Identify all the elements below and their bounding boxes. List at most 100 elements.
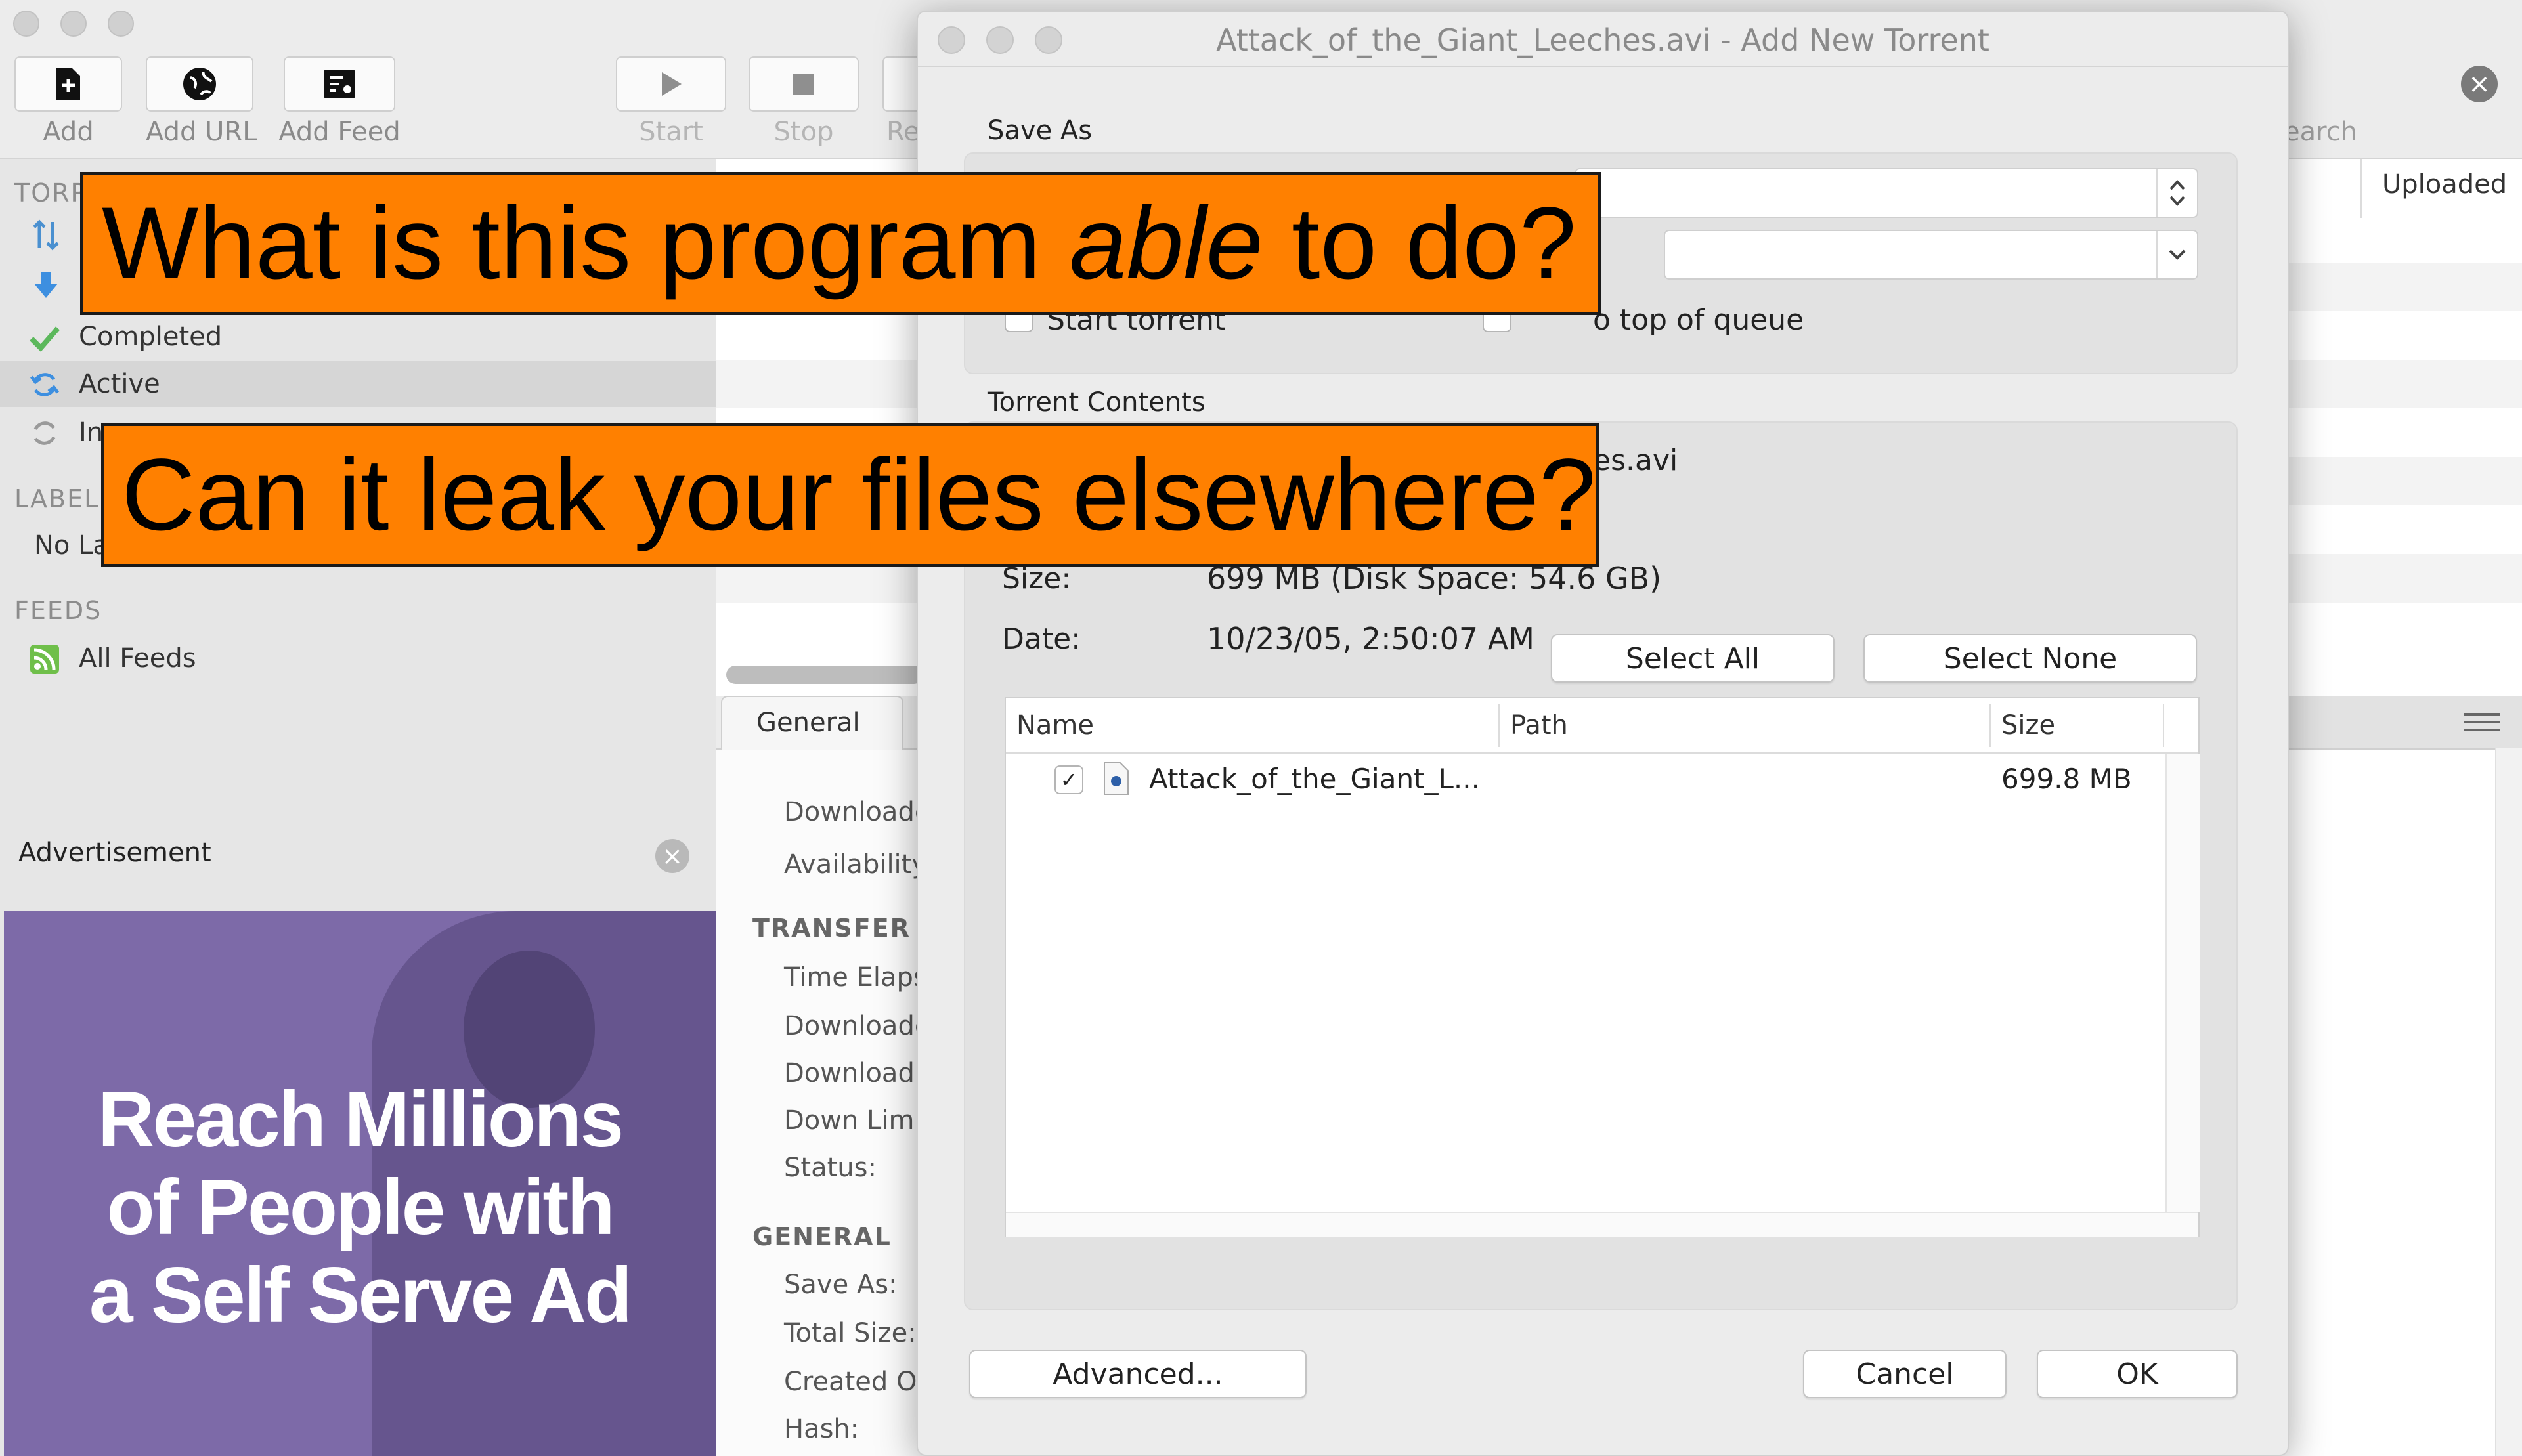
right-panel-scrollbar[interactable] [2495, 748, 2522, 1456]
all-torrents-icon[interactable] [30, 219, 62, 253]
remove-button[interactable] [882, 56, 922, 112]
video-file-icon [1104, 762, 1129, 795]
hash-label: Hash: [784, 1414, 859, 1444]
question-1-before: What is this program [102, 186, 1070, 301]
play-icon [662, 72, 682, 96]
clear-search-icon[interactable]: × [2461, 66, 2498, 102]
add-button[interactable] [14, 56, 122, 112]
file-table-header: Name Path Size [1006, 698, 2198, 754]
feed-document-icon [324, 70, 355, 98]
file-name: Attack_of_the_Giant_L... [1149, 763, 1480, 795]
select-all-button[interactable]: Select All [1551, 634, 1835, 683]
add-feed-button[interactable] [284, 56, 395, 112]
status-label: Status: [784, 1153, 877, 1183]
ad-line-2: of People with [106, 1163, 615, 1251]
advertisement-title: Advertisement [18, 838, 211, 868]
add-url-button[interactable] [146, 56, 253, 112]
sidebar-item-no-labels[interactable]: No La [34, 530, 109, 561]
ad-line-3: a Self Serve Ad [89, 1251, 632, 1339]
column-header-size[interactable]: Size [2001, 710, 2055, 740]
sidebar-item-label: Active [79, 369, 160, 399]
add-url-label: Add URL [146, 117, 257, 147]
list-horizontal-scrollbar[interactable] [726, 666, 923, 684]
question-1-emphasis: able [1069, 186, 1263, 301]
rss-icon [30, 645, 59, 674]
sidebar-item-completed[interactable]: Completed [0, 314, 716, 360]
select-none-button[interactable]: Select None [1863, 634, 2197, 683]
question-1-after: to do? [1263, 186, 1576, 301]
table-row[interactable]: ✓ Attack_of_the_Giant_L... 699.8 MB [1006, 754, 2164, 806]
sidebar-item-active[interactable]: Active [0, 361, 716, 407]
window-close-light[interactable] [13, 11, 39, 37]
sidebar-item-all-feeds[interactable]: All Feeds [0, 635, 716, 681]
downloading-icon[interactable] [30, 269, 62, 303]
transfer-heading: TRANSFER [752, 914, 911, 943]
sidebar-head-labels: LABEL [14, 484, 100, 513]
advertisement-banner[interactable]: Reach Millions of People with a Self Ser… [4, 911, 716, 1456]
torrent-contents-heading: Torrent Contents [988, 387, 1206, 418]
general-heading: GENERAL [752, 1222, 892, 1251]
availability-label: Availability [784, 849, 928, 880]
start-button[interactable] [616, 56, 726, 112]
downloaded-transfer-label: Downloade [784, 1011, 931, 1041]
question-banner-1: What is this program able to do? [80, 172, 1601, 315]
created-on-label: Created O [784, 1367, 917, 1397]
sidebar-head-torrents: TORR [14, 179, 89, 207]
column-header-path[interactable]: Path [1510, 710, 1568, 740]
ad-headline: Reach Millions of People with a Self Ser… [4, 1075, 716, 1339]
column-separator[interactable] [1498, 704, 1500, 747]
torrent-filename: es.avi [1593, 444, 1678, 477]
remove-label: Re [886, 117, 920, 147]
dialog-title: Attack_of_the_Giant_Leeches.avi - Add Ne… [1216, 22, 1989, 58]
save-location-popup[interactable] [1575, 168, 2198, 218]
file-table-horizontal-scrollbar[interactable] [1006, 1212, 2198, 1237]
sidebar-item-label: In [79, 418, 104, 448]
file-size: 699.8 MB [2001, 763, 2132, 795]
updown-chevron-icon [2156, 169, 2197, 217]
date-label: Date: [1002, 622, 1081, 656]
window-zoom-light[interactable] [108, 11, 134, 37]
sidebar-item-label: Completed [79, 322, 223, 352]
date-value: 10/23/05, 2:50:07 AM [1207, 621, 1534, 656]
downloaded-label: Downloade [784, 797, 931, 827]
ok-button[interactable]: OK [2037, 1350, 2238, 1398]
download-speed-label: Download [784, 1058, 915, 1088]
label-select-popup[interactable] [1664, 230, 2198, 280]
time-elapsed-label: Time Elaps [784, 962, 927, 993]
save-as-heading: Save As [988, 116, 1093, 146]
file-table[interactable]: Name Path Size ✓ Attack_of_the_Giant_L..… [1005, 697, 2200, 1237]
stop-button[interactable] [749, 56, 859, 112]
tab-general-label: General [756, 708, 860, 738]
stop-label: Stop [773, 117, 834, 147]
stop-icon [793, 74, 814, 95]
refresh-arrows-icon [30, 373, 59, 396]
down-limit-label: Down Limi [784, 1105, 922, 1136]
column-header-name[interactable]: Name [1016, 710, 1094, 740]
file-table-vertical-scrollbar[interactable] [2165, 754, 2200, 1212]
inactive-arrows-icon [33, 421, 56, 445]
chevron-down-icon [2156, 231, 2197, 278]
column-header-uploaded-label: Uploaded [2382, 169, 2508, 200]
sidebar-item-label: All Feeds [79, 643, 196, 674]
advanced-button[interactable]: Advanced... [969, 1350, 1307, 1398]
ad-line-1: Reach Millions [97, 1075, 624, 1163]
checkmark-icon [30, 326, 60, 352]
cancel-button[interactable]: Cancel [1803, 1350, 2007, 1398]
column-separator[interactable] [1989, 704, 1991, 747]
hamburger-menu-icon[interactable] [2462, 712, 2502, 733]
sidebar-head-feeds: FEEDS [14, 596, 102, 625]
search-label: earch [2284, 117, 2358, 147]
add-label: Add [43, 117, 94, 147]
add-file-icon [56, 68, 80, 100]
globe-icon [183, 68, 216, 100]
window-minimize-light[interactable] [60, 11, 87, 37]
file-checkbox[interactable]: ✓ [1054, 765, 1083, 794]
close-ad-icon[interactable]: × [655, 839, 689, 873]
total-size-label: Total Size: [784, 1318, 917, 1348]
column-separator[interactable] [2163, 704, 2164, 747]
add-feed-label: Add Feed [278, 117, 401, 147]
question-banner-2: Can it leak your files elsewhere? [101, 423, 1599, 567]
start-label: Start [639, 117, 703, 147]
add-top-queue-label: o top of queue [1593, 303, 1804, 337]
save-as-label: Save As: [784, 1270, 898, 1300]
